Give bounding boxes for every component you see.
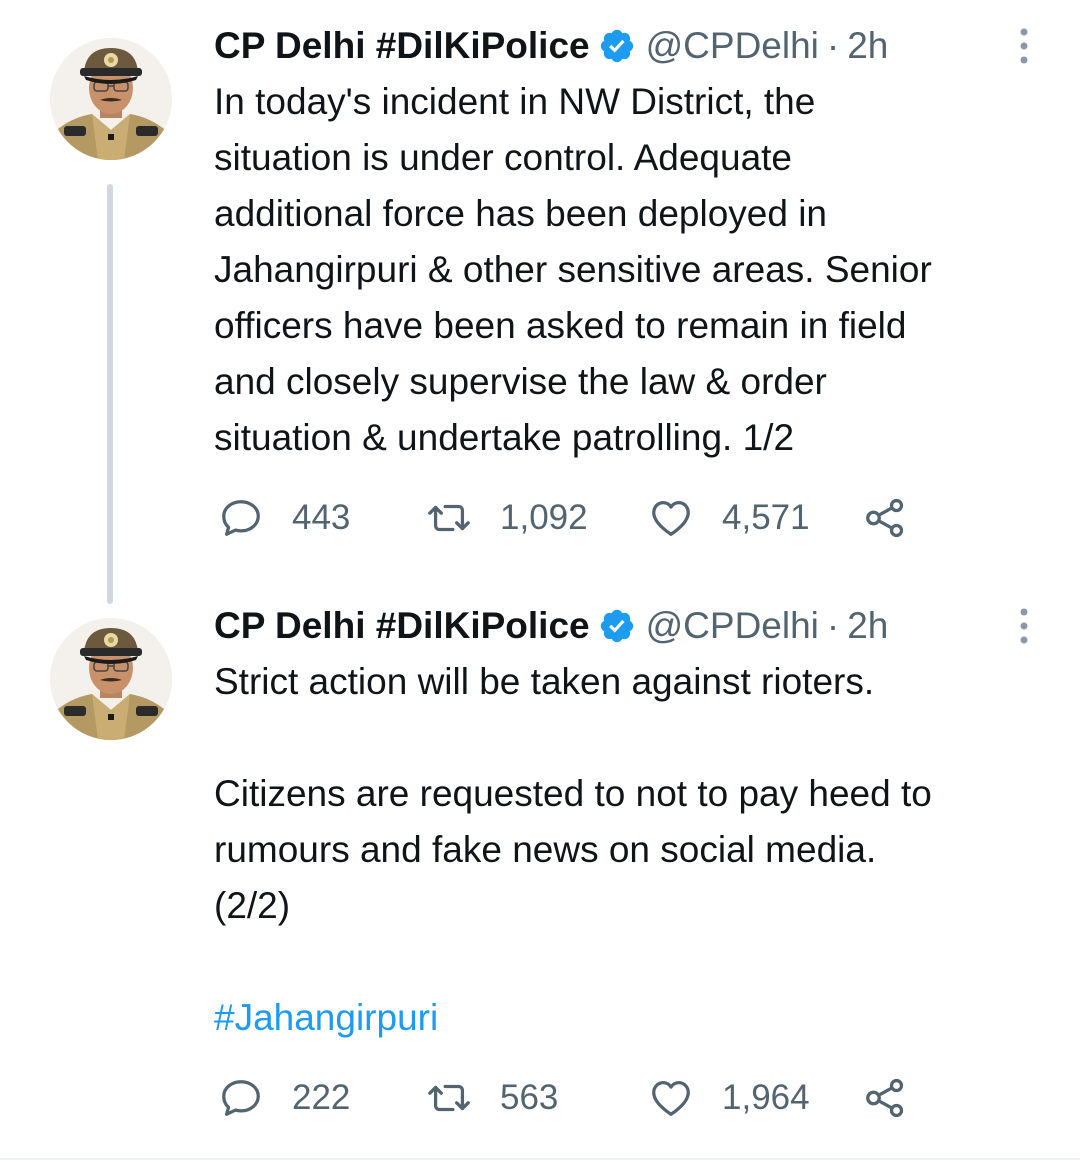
share-button[interactable] bbox=[862, 1068, 908, 1128]
heart-icon bbox=[648, 495, 694, 541]
like-button[interactable]: 1,964 bbox=[648, 1068, 810, 1128]
share-icon bbox=[862, 495, 908, 541]
avatar[interactable] bbox=[50, 38, 172, 160]
author-name[interactable]: CP Delhi #DilKiPolice bbox=[214, 605, 590, 647]
retweet-button[interactable]: 563 bbox=[426, 1068, 558, 1128]
reply-icon bbox=[218, 1075, 264, 1121]
author-handle[interactable]: @CPDelhi bbox=[646, 25, 819, 67]
retweet-icon bbox=[426, 495, 472, 541]
like-button[interactable]: 4,571 bbox=[648, 488, 810, 548]
tweet-text: In today's incident in NW District, the … bbox=[214, 74, 1054, 466]
share-button[interactable] bbox=[862, 488, 908, 548]
more-options-icon[interactable] bbox=[1012, 26, 1036, 66]
author-handle[interactable]: @CPDelhi bbox=[646, 605, 819, 647]
reply-button[interactable]: 222 bbox=[218, 1068, 350, 1128]
tweet-header: CP Delhi #DilKiPolice @CPDelhi · 2h bbox=[214, 18, 888, 74]
reply-icon bbox=[218, 495, 264, 541]
thread-connector-line bbox=[107, 184, 113, 604]
tweet-actions: 443 1,092 4,571 bbox=[214, 488, 974, 548]
separator-dot: · bbox=[826, 25, 840, 66]
reply-count: 443 bbox=[292, 498, 351, 537]
tweet-actions: 222 563 1,964 bbox=[214, 1068, 974, 1128]
like-count: 4,571 bbox=[722, 498, 810, 537]
more-options-icon[interactable] bbox=[1012, 606, 1036, 646]
retweet-count: 1,092 bbox=[500, 498, 588, 537]
retweet-icon bbox=[426, 1075, 472, 1121]
tweet-paragraph: Citizens are requested to not to pay hee… bbox=[214, 773, 932, 926]
retweet-button[interactable]: 1,092 bbox=[426, 488, 588, 548]
author-name[interactable]: CP Delhi #DilKiPolice bbox=[214, 25, 590, 67]
tweet-paragraph: In today's incident in NW District, the … bbox=[214, 81, 932, 458]
verified-badge-icon bbox=[598, 27, 636, 65]
police-officer-avatar-icon bbox=[50, 618, 172, 740]
reply-button[interactable]: 443 bbox=[218, 488, 350, 548]
avatar[interactable] bbox=[50, 618, 172, 740]
heart-icon bbox=[648, 1075, 694, 1121]
tweet-paragraph: Strict action will be taken against riot… bbox=[214, 661, 875, 702]
tweet-header: CP Delhi #DilKiPolice @CPDelhi · 2h bbox=[214, 598, 888, 654]
tweet[interactable]: CP Delhi #DilKiPolice @CPDelhi · 2h In t… bbox=[0, 0, 1080, 604]
police-officer-avatar-icon bbox=[50, 38, 172, 160]
share-icon bbox=[862, 1075, 908, 1121]
tweet-text: Strict action will be taken against riot… bbox=[214, 654, 1054, 1046]
like-count: 1,964 bbox=[722, 1078, 810, 1117]
separator-dot: · bbox=[826, 605, 840, 646]
retweet-count: 563 bbox=[500, 1078, 559, 1117]
verified-badge-icon bbox=[598, 607, 636, 645]
tweet[interactable]: CP Delhi #DilKiPolice @CPDelhi · 2h Stri… bbox=[0, 580, 1080, 1140]
reply-count: 222 bbox=[292, 1078, 351, 1117]
hashtag-link[interactable]: #Jahangirpuri bbox=[214, 990, 1054, 1046]
tweet-timestamp[interactable]: 2h bbox=[847, 25, 888, 67]
divider bbox=[0, 1158, 1080, 1160]
tweet-timestamp[interactable]: 2h bbox=[847, 605, 888, 647]
